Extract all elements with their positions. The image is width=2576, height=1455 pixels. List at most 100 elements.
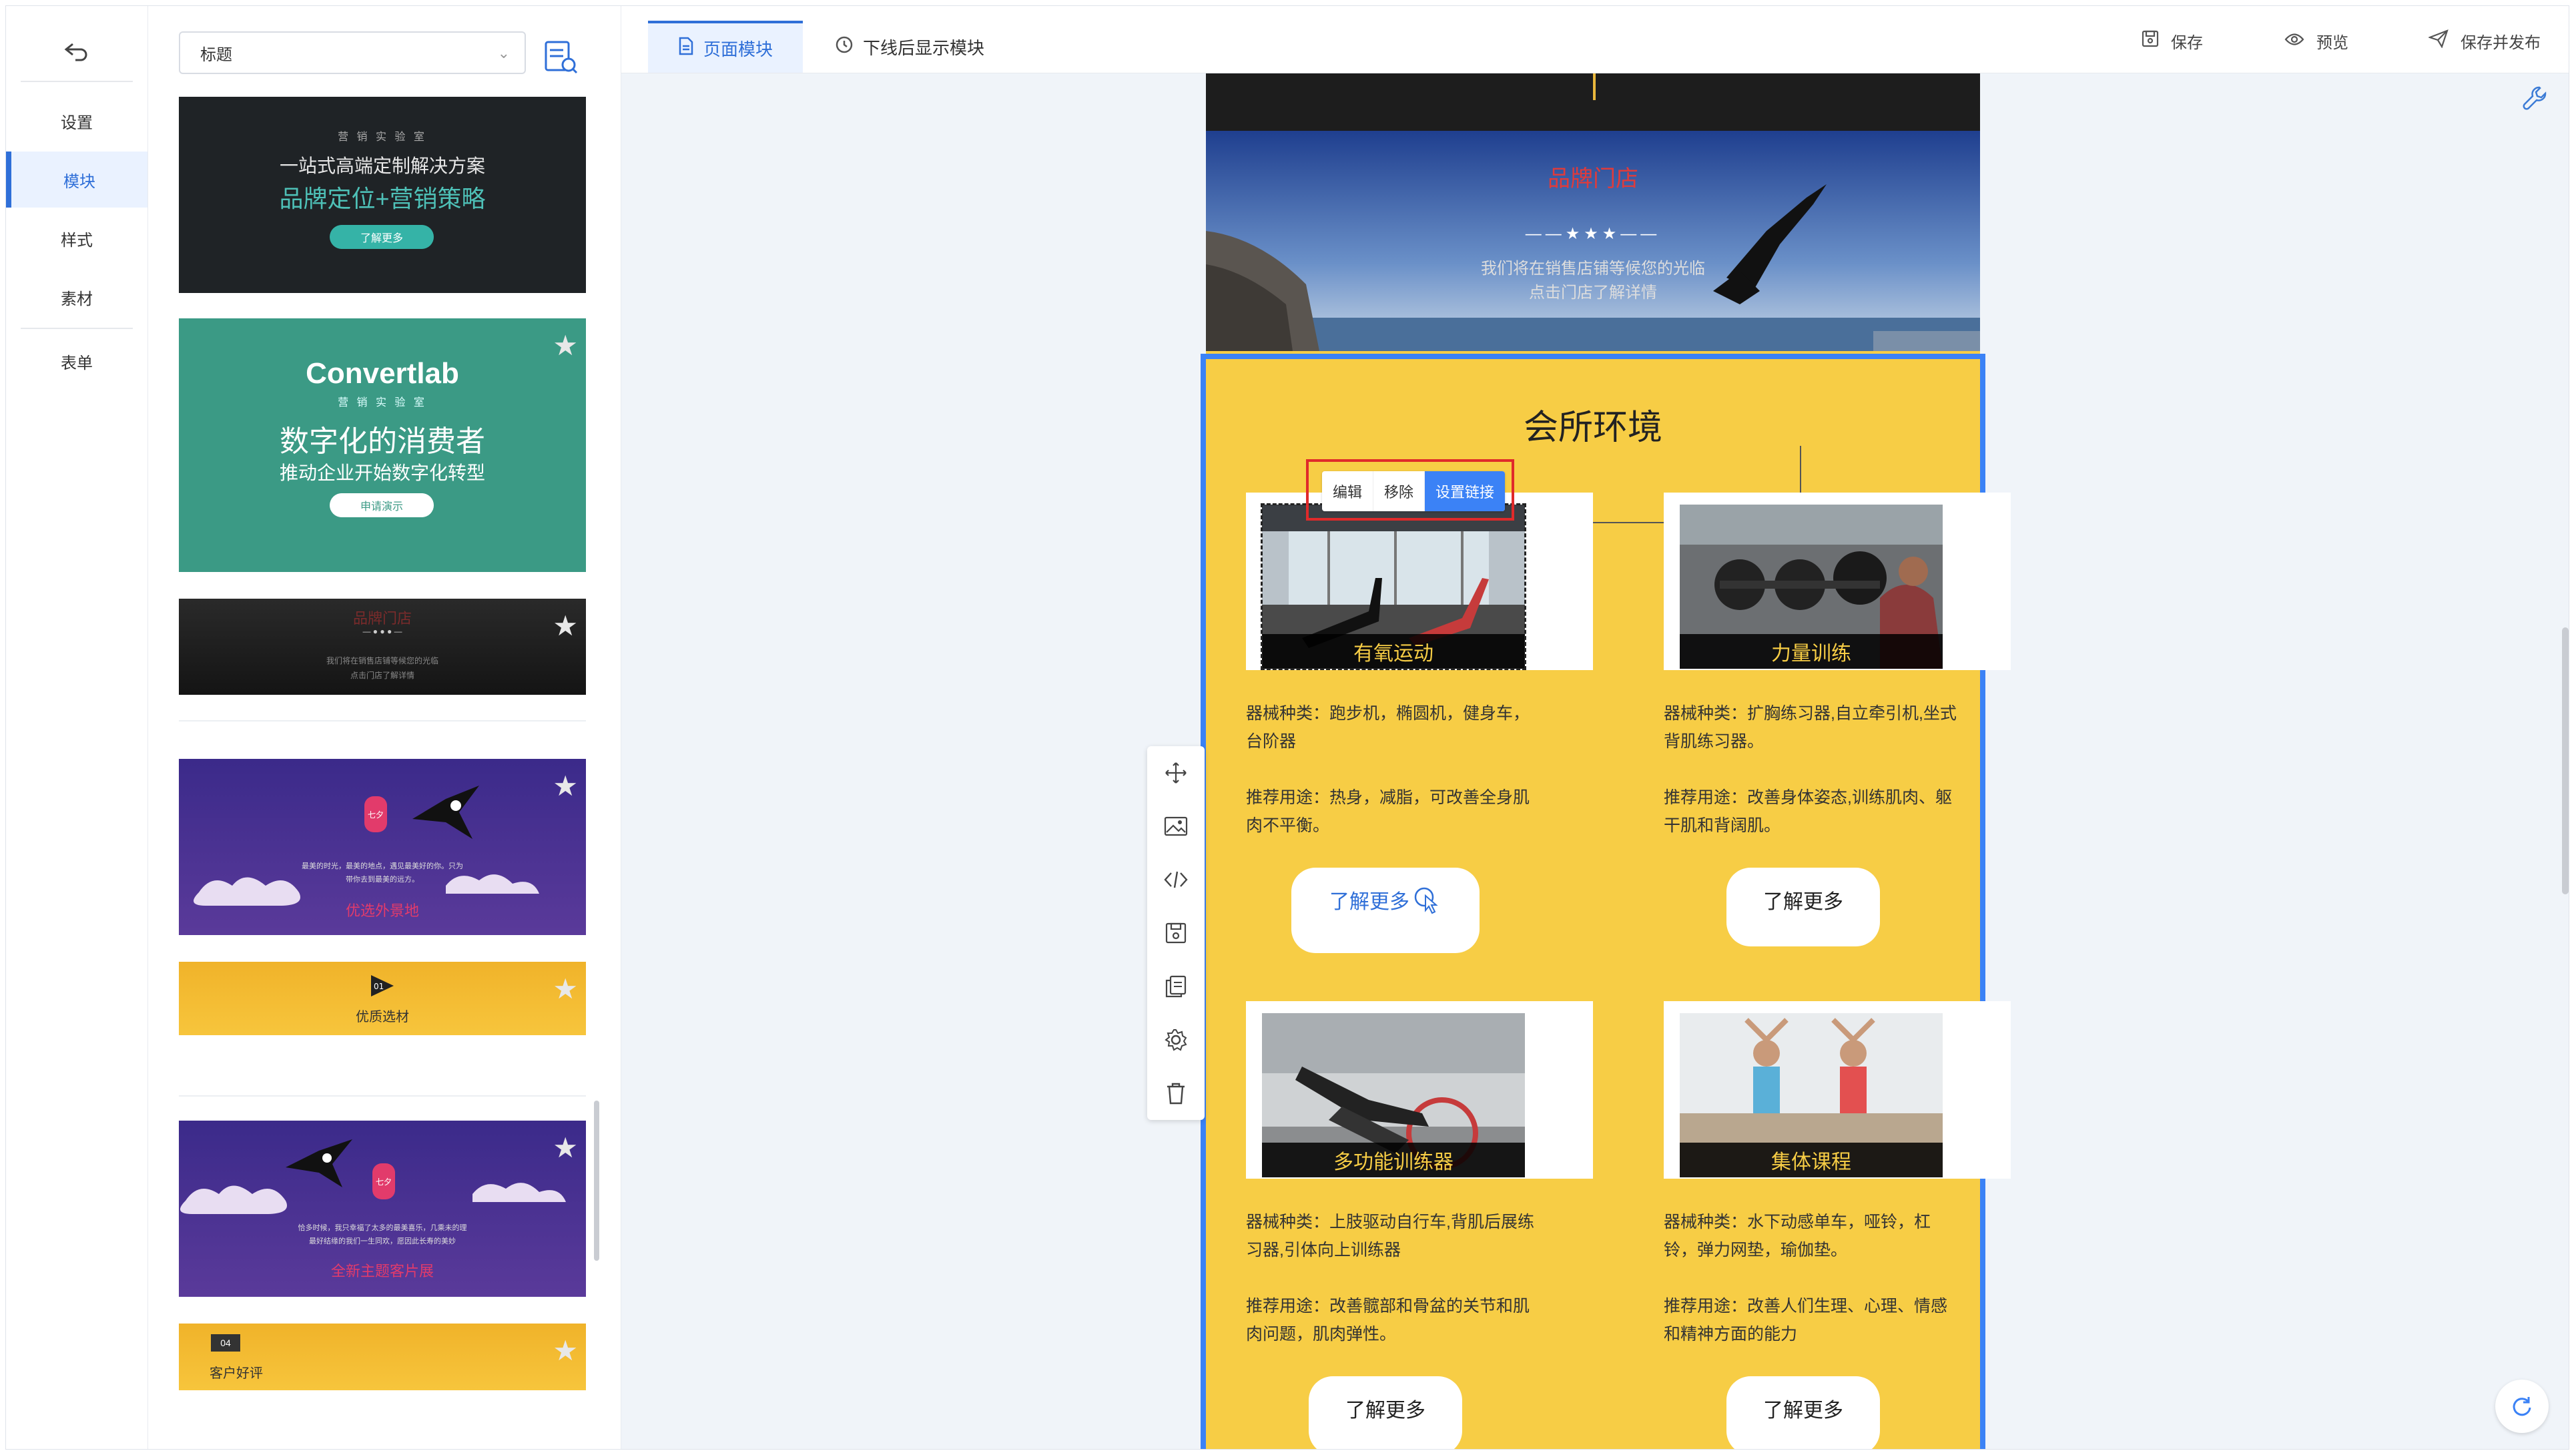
code-icon[interactable] (1147, 853, 1205, 906)
save-module-icon[interactable] (1147, 906, 1205, 960)
image-icon[interactable] (1147, 800, 1205, 853)
nav-item-modules[interactable]: 模块 (6, 152, 147, 208)
star-icon[interactable]: ★ (553, 1134, 578, 1162)
refresh-icon[interactable] (2495, 1380, 2549, 1433)
module-side-toolbar (1147, 746, 1205, 1120)
card-title: 客户好评 (210, 1366, 263, 1381)
card-text: 带你去到最美的远方。 (346, 876, 419, 884)
learn-more-button[interactable]: 了解更多 (1309, 1376, 1462, 1449)
card-button: 了解更多 (330, 225, 434, 249)
chevron-down-icon: ⌄ (497, 45, 510, 61)
card-badge: 01 (374, 982, 384, 991)
card-subtitle: 营 销 实 验 室 (338, 131, 427, 143)
connector-line (1800, 446, 1801, 499)
remove-button[interactable]: 移除 (1373, 471, 1425, 511)
wrench-icon[interactable] (2522, 85, 2549, 117)
nav-item-materials[interactable]: 素材 (6, 269, 147, 325)
star-icon[interactable]: ★ (553, 772, 578, 800)
tab-offline-modules[interactable]: 下线后显示模块 (835, 21, 984, 73)
back-arrow-icon[interactable] (46, 33, 106, 73)
card-title: 品牌定位+营销策略 (279, 185, 486, 212)
equipment-text: 器械种类：跑步机，椭圆机，健身车，台阶器 (1246, 704, 1530, 751)
facility-caption: 力量训练 (1680, 634, 1943, 669)
facility-image-frame[interactable]: 集体课程 (1664, 1001, 2011, 1179)
facility-caption: 多功能训练器 (1262, 1143, 1525, 1177)
clock-icon (835, 35, 854, 59)
module-list-icon[interactable] (542, 38, 579, 75)
card-text: 点击门店了解详情 (350, 671, 414, 680)
tab-page-modules[interactable]: 页面模块 (648, 21, 803, 73)
banner-subtitle: 我们将在销售店铺等候您的光临 (1481, 260, 1705, 278)
card-text: 我们将在销售店铺等候您的光临 (326, 656, 438, 665)
module-card-store[interactable]: ★ 品牌门店 — ● ● ● — 我们将在销售店铺等候您的光临 点击门店了解详情 (179, 599, 586, 695)
panel-scrollbar[interactable] (594, 1101, 599, 1261)
module-category-select[interactable]: 标题 ⌄ (179, 31, 526, 74)
element-toolbar: 编辑 移除 设置链接 (1306, 459, 1514, 521)
learn-more-button[interactable]: 了解更多 (1291, 868, 1480, 953)
facility-image-frame[interactable]: 力量训练 (1664, 493, 2011, 670)
nav-divider (21, 328, 133, 329)
facility-image-frame[interactable]: 多功能训练器 (1246, 1001, 1593, 1179)
store-banner[interactable]: 品牌门店 ——★★★—— 我们将在销售店铺等候您的光临 点击门店了解详情 (1206, 131, 1980, 351)
card-brand: Convertlab (306, 357, 459, 390)
card-title: 全新主题客片展 (330, 1263, 434, 1279)
card-badge: 七夕 (364, 796, 387, 832)
facility-description: 器械种类：跑步机，椭圆机，健身车，台阶器 推荐用途：热身，减脂，可改善全身肌肉不… (1246, 699, 1540, 868)
card-text: 最好结缘的我们一生同欢，愿因此长寿的美妙 (309, 1237, 456, 1245)
module-card-qixi[interactable]: ★ 七夕 最美的时光，最美的地点，遇见最美好的你。只为 带你去到最美的远方。 优… (179, 759, 586, 935)
nav-item-styles[interactable]: 样式 (6, 210, 147, 266)
module-category-value: 标题 (200, 45, 232, 64)
card-badge: 七夕 (372, 1163, 395, 1199)
play-icon: 01 (367, 974, 395, 998)
nav-item-settings[interactable]: 设置 (6, 93, 147, 149)
eye-icon (2284, 30, 2304, 51)
preview-button[interactable]: 预览 (2284, 26, 2348, 55)
document-icon (678, 37, 694, 60)
equipment-text: 器械种类：扩胸练习器,自立牵引机,坐式背肌练习器。 (1664, 704, 1957, 751)
section-title: 会所环境 (1523, 408, 1662, 447)
trash-icon[interactable] (1147, 1067, 1205, 1120)
top-section[interactable] (1206, 73, 1980, 131)
edit-button[interactable]: 编辑 (1322, 471, 1374, 511)
card-title: 数字化的消费者 (280, 425, 485, 458)
usage-text: 推荐用途：改善人们生理、心理、情感和精神方面的能力 (1664, 1297, 1948, 1344)
usage-text: 推荐用途：改善髋部和骨盆的关节和肌肉问题，肌肉弹性。 (1246, 1297, 1530, 1344)
module-card-convertlab[interactable]: ★ Convertlab 营 销 实 验 室 数字化的消费者 推动企业开始数字化… (179, 318, 586, 572)
star-icon[interactable]: ★ (553, 975, 578, 1003)
usage-text: 推荐用途：热身，减脂，可改善全身肌肉不平衡。 (1246, 788, 1530, 835)
learn-more-button[interactable]: 了解更多 (1726, 868, 1880, 946)
set-link-button[interactable]: 设置链接 (1425, 471, 1506, 511)
usage-text: 推荐用途：改善身体姿态,训练肌肉、躯干肌和背阔肌。 (1664, 788, 1952, 835)
card-button: 申请演示 (330, 493, 434, 517)
banner-stars: ——★★★—— (1525, 225, 1661, 243)
star-icon[interactable]: ★ (553, 1337, 578, 1365)
card-title: 优选外景地 (345, 902, 419, 919)
banner-subtitle: 点击门店了解详情 (1529, 284, 1657, 302)
module-card-qixi-2[interactable]: ★ 七夕 恰多时候，我只幸福了太多的最美喜乐，几乘未的理 最好结缘的我们一生同欢… (179, 1121, 586, 1297)
learn-more-label: 了解更多 (1329, 891, 1409, 913)
tab-label: 页面模块 (703, 39, 773, 59)
card-subtitle: 营 销 实 验 室 (338, 397, 427, 408)
star-icon[interactable]: ★ (553, 332, 578, 360)
save-publish-label: 保存并发布 (2461, 33, 2541, 52)
module-card-materials[interactable]: ★ 01 优质选材 (179, 962, 586, 1035)
canvas-scrollbar[interactable] (2562, 627, 2569, 894)
left-nav: 设置 模块 样式 素材 表单 (6, 6, 148, 1449)
facility-description: 器械种类：上肢驱动自行车,背肌后展练习器,引体向上训练器 推荐用途：改善髋部和骨… (1246, 1208, 1540, 1376)
editor-canvas: 品牌门店 ——★★★—— 我们将在销售店铺等候您的光临 点击门店了解详情 会所环… (621, 73, 2569, 1449)
gear-icon[interactable] (1147, 1013, 1205, 1067)
save-label: 保存 (2171, 33, 2203, 52)
move-icon[interactable] (1147, 746, 1205, 800)
module-card-strategy[interactable]: 营 销 实 验 室 一站式高端定制解决方案 品牌定位+营销策略 了解更多 (179, 97, 586, 293)
save-button[interactable]: 保存 (2142, 26, 2203, 55)
card-footer (179, 695, 586, 721)
copy-icon[interactable] (1147, 960, 1205, 1013)
element-toolbar-buttons: 编辑 移除 设置链接 (1322, 471, 1506, 511)
club-environment-section[interactable]: 会所环境 有氧运动 器械种类：跑步机，椭圆机，健身车，台阶器 推荐用途：热身，减 (1201, 354, 2011, 1449)
facility-description: 器械种类：扩胸练习器,自立牵引机,坐式背肌练习器。 推荐用途：改善身体姿态,训练… (1664, 699, 1957, 868)
learn-more-button[interactable]: 了解更多 (1726, 1376, 1880, 1449)
nav-item-forms[interactable]: 表单 (6, 333, 147, 389)
module-card-reviews[interactable]: ★ 04 客户好评 (179, 1324, 586, 1390)
save-and-publish-button[interactable]: 保存并发布 (2427, 26, 2541, 55)
selection-outline (1261, 503, 1526, 670)
